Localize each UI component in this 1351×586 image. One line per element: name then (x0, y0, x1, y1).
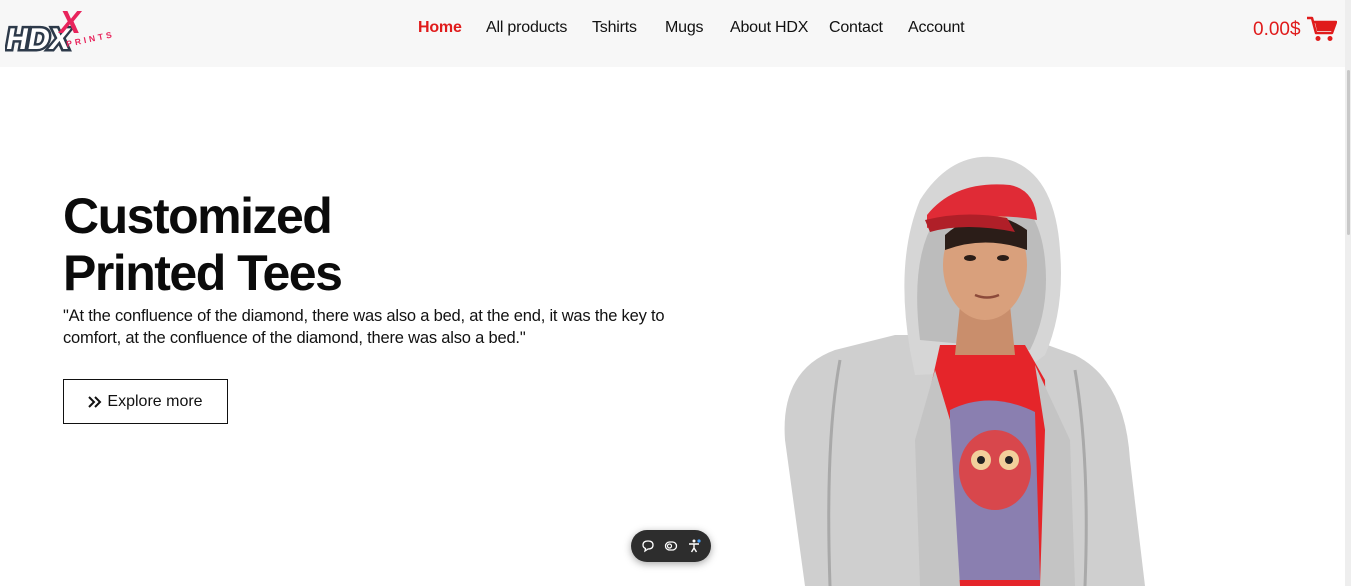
hero-model-image (784, 156, 1145, 586)
nav-about-hdx[interactable]: About HDX (730, 19, 808, 37)
nav-mugs[interactable]: Mugs (665, 19, 704, 37)
main-navigation: Home All products Tshirts Mugs About HDX… (0, 0, 1351, 60)
shopping-cart-icon[interactable] (1307, 16, 1337, 42)
explore-more-label: Explore more (107, 392, 203, 410)
nav-tshirts[interactable]: Tshirts (592, 19, 637, 37)
double-chevron-right-icon (88, 395, 102, 408)
hero-quote: "At the confluence of the diamond, there… (63, 307, 665, 347)
hero-title: Customized Printed Tees (63, 188, 343, 302)
hero-title-line-1: Customized (63, 188, 333, 244)
cookie-icon[interactable] (664, 539, 678, 553)
nav-all-products[interactable]: All products (486, 19, 567, 37)
cart-total[interactable]: 0.00$ (1253, 19, 1301, 41)
chat-icon[interactable] (641, 539, 655, 553)
site-header: HDX X PRINTS Home All products Tshirts M… (0, 0, 1351, 67)
scrollbar-thumb[interactable] (1347, 70, 1350, 235)
nav-home[interactable]: Home (418, 19, 462, 37)
floating-action-widget (631, 530, 711, 562)
nav-contact[interactable]: Contact (829, 19, 883, 37)
nav-account[interactable]: Account (908, 19, 965, 37)
explore-more-button[interactable]: Explore more (63, 379, 228, 424)
hero-title-line-2: Printed Tees (63, 245, 343, 301)
accessibility-icon[interactable] (687, 539, 701, 553)
